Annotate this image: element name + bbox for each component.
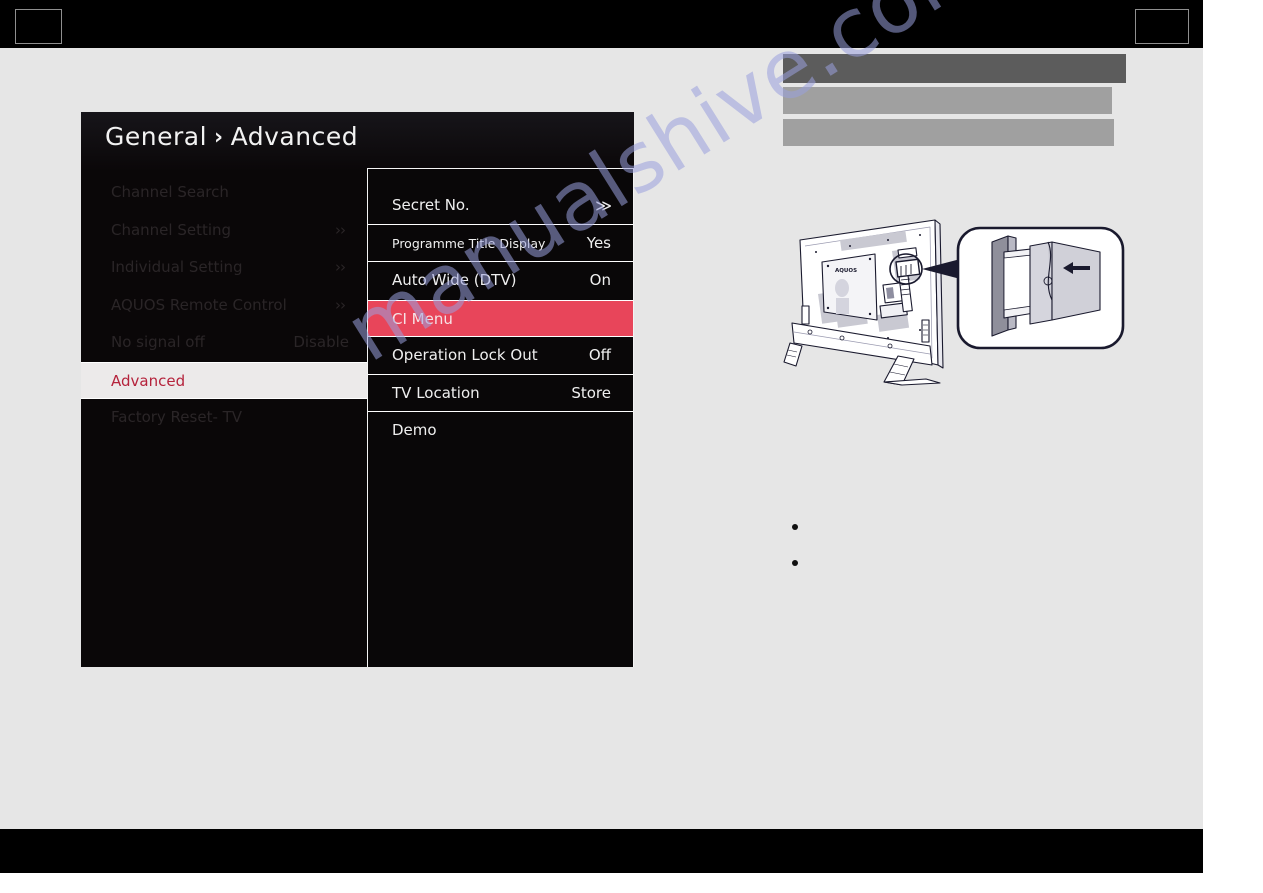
breadcrumb-current: Advanced	[230, 122, 359, 151]
chevron-right-icon: ›	[214, 125, 224, 150]
page-footer-band	[0, 829, 1203, 873]
menu-item-label: Channel Setting	[111, 220, 232, 239]
double-chevron-right-icon: ››	[335, 220, 346, 239]
submenu-item-value: Yes	[586, 233, 611, 252]
osd-main-menu-list: Channel Search Channel Setting ›› Indivi…	[81, 174, 367, 437]
submenu-item-programme-title-display[interactable]: Programme Title Display Yes	[368, 225, 633, 262]
osd-breadcrumb-title: General › Advanced	[105, 122, 358, 151]
submenu-item-label: Secret No.	[392, 196, 470, 214]
menu-item-label: Factory Reset- TV	[111, 408, 243, 426]
page-root: General › Advanced Channel Search Channel …	[0, 0, 1263, 893]
double-chevron-right-icon: ››	[335, 295, 346, 314]
submenu-item-label: Programme Title Display	[392, 235, 546, 251]
submenu-item-ci-menu[interactable]: CI Menu	[368, 299, 633, 337]
submenu-empty-space	[368, 449, 633, 635]
submenu-item-label: Auto Wide (DTV)	[392, 271, 517, 289]
menu-item-channel-search[interactable]: Channel Search	[81, 174, 367, 212]
submenu-item-value: Off	[588, 346, 611, 364]
menu-item-label: Advanced	[111, 371, 186, 390]
submenu-item-demo[interactable]: Demo	[368, 412, 633, 450]
menu-item-individual-setting[interactable]: Individual Setting ››	[81, 249, 367, 287]
menu-item-factory-reset-tv[interactable]: Factory Reset- TV	[81, 399, 367, 437]
submenu-item-operation-lock-out[interactable]: Operation Lock Out Off	[368, 337, 633, 375]
osd-advanced-submenu-panel: Secret No. ≫ Programme Title Display Yes…	[367, 168, 634, 667]
tv-osd-screen: General › Advanced Channel Search Channel …	[81, 112, 634, 667]
submenu-top-padding	[368, 169, 633, 187]
menu-item-no-signal-off[interactable]: No signal off Disable	[81, 324, 367, 362]
submenu-item-value: On	[589, 271, 611, 289]
menu-item-label: Channel Search	[111, 183, 229, 201]
submenu-item-tv-location[interactable]: TV Location Store	[368, 375, 633, 412]
bullet-point-1	[792, 524, 798, 530]
double-chevron-right-icon: ››	[335, 258, 346, 276]
text-placeholder-bar-2	[783, 87, 1112, 114]
double-chevron-right-icon: ≫	[595, 196, 612, 215]
aquos-logo-text: AQUOS	[835, 268, 857, 274]
page-header-band	[0, 0, 1203, 48]
menu-item-channel-setting[interactable]: Channel Setting ››	[81, 212, 367, 250]
menu-item-label: No signal off	[111, 333, 205, 351]
header-right-box	[1135, 9, 1189, 44]
submenu-item-secret-no[interactable]: Secret No. ≫	[368, 187, 633, 225]
submenu-item-auto-wide-dtv[interactable]: Auto Wide (DTV) On	[368, 262, 633, 300]
menu-item-advanced[interactable]: Advanced	[81, 361, 367, 399]
submenu-item-label: Operation Lock Out	[392, 346, 538, 364]
submenu-item-label: CI Menu	[392, 309, 453, 328]
menu-item-value: Disable	[293, 333, 349, 351]
menu-item-label: AQUOS Remote Control	[111, 295, 287, 314]
breadcrumb-parent: General	[105, 122, 208, 151]
menu-item-label: Individual Setting	[111, 258, 243, 276]
text-placeholder-bar-1	[783, 54, 1126, 83]
submenu-item-value: Store	[571, 383, 611, 402]
submenu-item-label: Demo	[392, 421, 437, 439]
menu-item-aquos-remote-control[interactable]: AQUOS Remote Control ››	[81, 287, 367, 325]
text-placeholder-bar-3	[783, 119, 1114, 146]
header-left-box	[15, 9, 62, 44]
tv-rear-ci-slot-illustration: AQUOS	[780, 180, 1130, 400]
bullet-point-2	[792, 560, 798, 566]
submenu-item-label: TV Location	[392, 383, 480, 402]
